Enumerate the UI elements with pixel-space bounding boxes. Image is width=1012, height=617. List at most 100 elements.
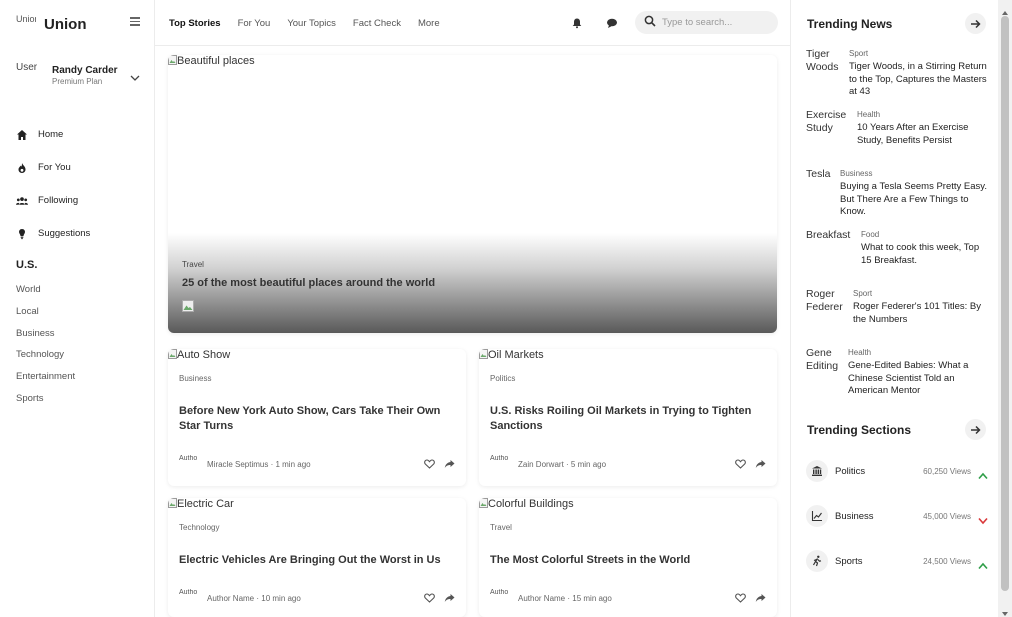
trending-news-image: Tesla: [806, 168, 831, 180]
search-box[interactable]: [635, 11, 778, 34]
brand-logo: Union: [16, 14, 36, 24]
trending-news-item[interactable]: Tiger Woods Sport Tiger Woods, in a Stir…: [806, 48, 990, 99]
running-icon: [806, 550, 828, 572]
nav-item-following[interactable]: Following: [16, 184, 146, 217]
article-title[interactable]: U.S. Risks Roiling Oil Markets in Trying…: [490, 404, 766, 433]
article-card[interactable]: Auto Show Business Before New York Auto …: [168, 349, 466, 486]
section-views: 24,500 Views: [923, 556, 971, 566]
heart-icon[interactable]: [424, 459, 435, 470]
user-plan: Premium Plan: [52, 77, 103, 86]
author-avatar: Author: [490, 455, 508, 462]
trending-news-headline[interactable]: Gene-Edited Babies: What a Chinese Scien…: [848, 360, 990, 398]
article-title[interactable]: Before New York Auto Show, Cars Take The…: [179, 404, 455, 433]
trend-up-icon: [978, 557, 988, 570]
trending-news-headline[interactable]: Tiger Woods, in a Stirring Return to the…: [849, 61, 990, 99]
article-meta: Author Author Name · 15 min ago: [490, 589, 766, 607]
article-category: Business: [179, 374, 212, 383]
nav-item-suggestions[interactable]: Suggestions: [16, 217, 146, 250]
left-sidebar: Union Union User Randy Carder Premium Pl…: [0, 0, 155, 617]
article-card[interactable]: Colorful Buildings Travel The Most Color…: [479, 498, 777, 617]
nav-item-home[interactable]: Home: [16, 118, 146, 151]
brand[interactable]: Union Union: [16, 13, 140, 35]
article-byline: Author Name · 10 min ago: [207, 593, 301, 603]
share-icon[interactable]: [755, 459, 766, 470]
trending-news-image: Gene Editing: [806, 347, 839, 372]
trending-news-headline[interactable]: 10 Years After an Exercise Study, Benefi…: [857, 122, 990, 147]
lightbulb-icon: [16, 228, 28, 240]
hero-title[interactable]: 25 of the most beautiful places around t…: [182, 277, 435, 289]
trending-news-headline[interactable]: What to cook this week, Top 15 Breakfast…: [861, 242, 990, 267]
nav-item-for-you[interactable]: For You: [16, 151, 146, 184]
heart-icon[interactable]: [735, 459, 746, 470]
trending-news-category: Sport: [849, 49, 869, 58]
share-icon[interactable]: [444, 593, 455, 604]
tab-fact-check[interactable]: Fact Check: [353, 18, 401, 29]
share-icon[interactable]: [755, 593, 766, 604]
brand-name: Union: [44, 15, 87, 33]
user-avatar: User: [16, 62, 38, 73]
search-icon: [644, 14, 656, 32]
article-image: Colorful Buildings: [479, 498, 574, 510]
region-link-world[interactable]: World: [16, 281, 75, 303]
heart-icon[interactable]: [424, 593, 435, 604]
trending-section-business[interactable]: Business 45,000 Views: [806, 504, 988, 528]
scroll-down-arrow-icon[interactable]: [1001, 605, 1009, 616]
trending-news-headline[interactable]: Roger Federer's 101 Titles: By the Numbe…: [853, 301, 990, 326]
chevron-down-icon[interactable]: [130, 70, 140, 81]
article-title[interactable]: The Most Colorful Streets in the World: [490, 553, 766, 568]
trending-news-category: Business: [840, 169, 873, 178]
scrollbar-thumb[interactable]: [1001, 16, 1009, 591]
region-link-sports[interactable]: Sports: [16, 390, 75, 412]
article-category: Politics: [490, 374, 516, 383]
trending-news-item[interactable]: Tesla Business Buying a Tesla Seems Pret…: [806, 168, 990, 219]
search-input[interactable]: [662, 17, 772, 28]
trending-news-category: Health: [857, 110, 881, 119]
trending-news-image: Tiger Woods: [806, 48, 839, 73]
tab-top-stories[interactable]: Top Stories: [169, 18, 221, 29]
bank-icon: [806, 460, 828, 482]
section-name: Business: [835, 510, 874, 522]
article-card[interactable]: Oil Markets Politics U.S. Risks Roiling …: [479, 349, 777, 486]
region-link-local[interactable]: Local: [16, 303, 75, 325]
user-name: Randy Carder: [52, 65, 118, 76]
trending-news-headline[interactable]: Buying a Tesla Seems Pretty Easy. But Th…: [840, 181, 990, 219]
trending-news-item[interactable]: Exercise Study Health 10 Years After an …: [806, 109, 990, 147]
hamburger-menu-icon[interactable]: [130, 17, 140, 27]
region-link-business[interactable]: Business: [16, 325, 75, 347]
article-title[interactable]: Electric Vehicles Are Bringing Out the W…: [179, 553, 455, 568]
top-header: Top Stories For You Your Topics Fact Che…: [155, 0, 790, 46]
user-profile[interactable]: User Randy Carder Premium Plan: [16, 62, 140, 90]
section-name: Sports: [835, 555, 863, 567]
region-title: U.S.: [16, 259, 38, 271]
region-link-technology[interactable]: Technology: [16, 346, 75, 368]
heart-icon[interactable]: [735, 593, 746, 604]
chat-icon[interactable]: [606, 16, 618, 28]
trending-news-item[interactable]: Roger Federer Sport Roger Federer's 101 …: [806, 288, 990, 326]
trend-down-icon: [978, 512, 988, 525]
tab-your-topics[interactable]: Your Topics: [287, 18, 336, 29]
tab-more[interactable]: More: [418, 18, 440, 29]
trending-news-title: Trending News: [807, 17, 893, 31]
arrow-right-icon[interactable]: [965, 419, 986, 440]
trending-section-sports[interactable]: Sports 24,500 Views: [806, 549, 988, 573]
article-card[interactable]: Electric Car Technology Electric Vehicle…: [168, 498, 466, 617]
page-scrollbar[interactable]: [998, 0, 1012, 617]
trending-news-image: Exercise Study: [806, 109, 847, 134]
users-icon: [16, 195, 28, 207]
line-chart-icon: [806, 505, 828, 527]
bell-icon[interactable]: [571, 16, 583, 29]
trending-news-image: Breakfast: [806, 229, 851, 241]
trending-news-item[interactable]: Gene Editing Health Gene-Edited Babies: …: [806, 347, 990, 398]
article-image: Electric Car: [168, 498, 234, 510]
region-link-entertainment[interactable]: Entertainment: [16, 368, 75, 390]
scroll-up-arrow-icon[interactable]: [1001, 4, 1009, 15]
share-icon[interactable]: [444, 459, 455, 470]
trending-news-item[interactable]: Breakfast Food What to cook this week, T…: [806, 229, 990, 267]
nav-label: For You: [38, 162, 71, 173]
main-nav: Home For You Following Suggestions: [16, 118, 146, 250]
hero-story[interactable]: Beautiful places Travel 25 of the most b…: [168, 55, 777, 333]
tab-for-you[interactable]: For You: [238, 18, 271, 29]
author-avatar: Author: [179, 589, 197, 596]
trending-section-politics[interactable]: Politics 60,250 Views: [806, 459, 988, 483]
arrow-right-icon[interactable]: [965, 13, 986, 34]
